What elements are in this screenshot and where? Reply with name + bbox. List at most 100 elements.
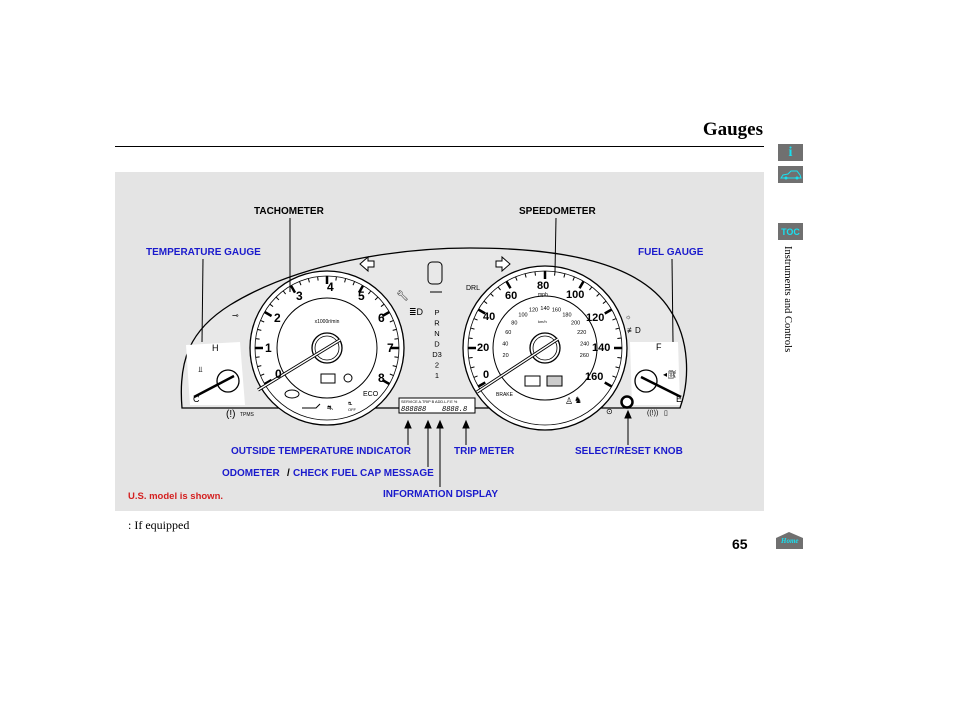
- mph-label: 120: [586, 312, 604, 324]
- dial-tick: [394, 356, 399, 358]
- mph-label: 20: [477, 342, 489, 354]
- kmh-label: 60: [505, 330, 511, 336]
- tpms-icon: (!): [226, 409, 235, 420]
- gear-position-P: P: [434, 308, 439, 317]
- brake-indicator: BRAKE: [496, 392, 514, 398]
- kmh-label: 220: [577, 330, 586, 336]
- vehicle-index-button[interactable]: [778, 166, 803, 183]
- kmh-label: 100: [518, 313, 527, 319]
- tach-label: 3: [296, 289, 303, 303]
- dial-tick: [534, 271, 536, 276]
- info-icon-button[interactable]: i: [778, 144, 803, 161]
- link-odometer[interactable]: ODOMETER: [222, 468, 280, 479]
- mph-label: 60: [505, 290, 517, 302]
- footnote: : If equipped: [128, 518, 190, 532]
- tach-label: 0: [275, 367, 282, 381]
- tach-label: 8: [378, 371, 385, 385]
- coolant-temp-icon: ⫫: [197, 365, 203, 374]
- mph-label: 80: [537, 280, 549, 292]
- callout-speedometer: SPEEDOMETER: [519, 206, 596, 217]
- mph-unit: mph: [538, 292, 548, 298]
- kmh-unit: km/h: [538, 319, 547, 324]
- seatbelt-icon: ♙: [565, 396, 573, 406]
- link-trip-meter[interactable]: TRIP METER: [454, 446, 514, 457]
- select-reset-knob: [620, 395, 634, 409]
- callout-separator: /: [287, 468, 290, 479]
- dial-tick: [617, 337, 622, 339]
- page-number: 65: [732, 536, 748, 552]
- mph-label: 160: [585, 371, 603, 383]
- section-label: Instruments and Controls: [782, 246, 793, 353]
- vsa-icon: ⛐: [327, 404, 333, 412]
- link-temperature-gauge[interactable]: TEMPERATURE GAUGE: [146, 247, 261, 258]
- odometer-readout: 888888: [401, 406, 426, 414]
- dial-tick: [617, 357, 622, 359]
- tpms-label: TPMS: [240, 412, 255, 418]
- fuel-pump-icon: ◂⛽︎: [663, 370, 677, 379]
- drl-indicator: DRL: [466, 285, 480, 292]
- mph-label: 40: [483, 311, 495, 323]
- tach-label: 1: [265, 341, 272, 355]
- trip-readout: 8888.8: [442, 406, 467, 414]
- dial-tick: [335, 276, 337, 281]
- info-icon: i: [788, 144, 793, 160]
- dial-tick: [255, 338, 260, 340]
- link-check-fuel-cap-message[interactable]: CHECK FUEL CAP MESSAGE: [293, 468, 434, 479]
- mph-label: 100: [566, 289, 584, 301]
- link-fuel-gauge[interactable]: FUEL GAUGE: [638, 247, 703, 258]
- kmh-label: 200: [571, 320, 580, 326]
- immobilizer-key-icon: ⊸: [232, 311, 239, 320]
- eco-indicator: ECO: [363, 391, 379, 398]
- dial-tick: [255, 356, 260, 358]
- tach-label: 6: [378, 311, 385, 325]
- link-outside-temperature-indicator[interactable]: OUTSIDE TEMPERATURE INDICATOR: [231, 446, 411, 457]
- tach-label: 4: [327, 280, 334, 294]
- mph-label: 0: [483, 369, 489, 381]
- high-beam-icon: ≣D: [409, 307, 424, 317]
- mph-label: 140: [592, 342, 610, 354]
- kmh-label: 120: [529, 308, 538, 314]
- tachometer: [249, 270, 405, 426]
- kmh-label: 80: [511, 320, 517, 326]
- home-label: Home: [781, 537, 799, 545]
- kmh-label: 160: [552, 308, 561, 314]
- tach-label: 7: [387, 341, 394, 355]
- dial-tick: [468, 337, 473, 339]
- model-note: U.S. model is shown.: [128, 491, 224, 502]
- dial-tick: [468, 357, 473, 359]
- gear-position-2: 2: [435, 361, 439, 370]
- maintenance-wrench-icon: 🔧︎: [396, 290, 409, 302]
- fuel-cap-icon: ▯: [664, 410, 668, 417]
- kmh-label: 140: [540, 306, 549, 312]
- dial-tick: [394, 338, 399, 340]
- brake-system-icon: ((!)): [647, 410, 658, 417]
- callout-tachometer: TACHOMETER: [254, 206, 324, 217]
- fog-light-icon: ≢D: [627, 326, 641, 335]
- toc-button[interactable]: TOC: [778, 223, 803, 240]
- low-tire-icon: ⊙: [606, 407, 613, 416]
- kmh-label: 260: [580, 353, 589, 359]
- temp-hot-label: H: [212, 343, 219, 353]
- link-select-reset-knob[interactable]: SELECT/RESET KNOB: [575, 446, 683, 457]
- gear-position-D: D: [434, 340, 440, 349]
- kmh-label: 20: [503, 353, 509, 359]
- gear-position-D3: D3: [432, 350, 442, 359]
- dial-tick: [554, 271, 556, 276]
- home-button[interactable]: Home: [776, 532, 803, 549]
- instrument-cluster-illustration: 0 1 2 3 4 5 6 7 8 x1000r/min ECO ⛐ ⛐ OFF…: [180, 217, 688, 487]
- vsa-off-label: OFF: [348, 407, 357, 412]
- gear-position-1: 1: [435, 371, 439, 380]
- car-icon: [779, 170, 802, 179]
- kmh-label: 40: [502, 341, 508, 347]
- tach-unit: x1000r/min: [315, 319, 340, 325]
- link-information-display[interactable]: INFORMATION DISPLAY: [383, 489, 498, 500]
- fuel-full-label: F: [656, 342, 662, 352]
- display-header: SERVICE A.TRIP B ADD.L.F.E %: [401, 400, 458, 404]
- tach-label: 5: [358, 289, 365, 303]
- cruise-icon: [524, 375, 541, 387]
- kmh-label: 180: [562, 313, 571, 319]
- kmh-label: 240: [580, 341, 589, 347]
- cruise-control-icon: [546, 375, 563, 387]
- lights-on-icon: ☼: [625, 314, 631, 321]
- dial-tick: [317, 276, 319, 281]
